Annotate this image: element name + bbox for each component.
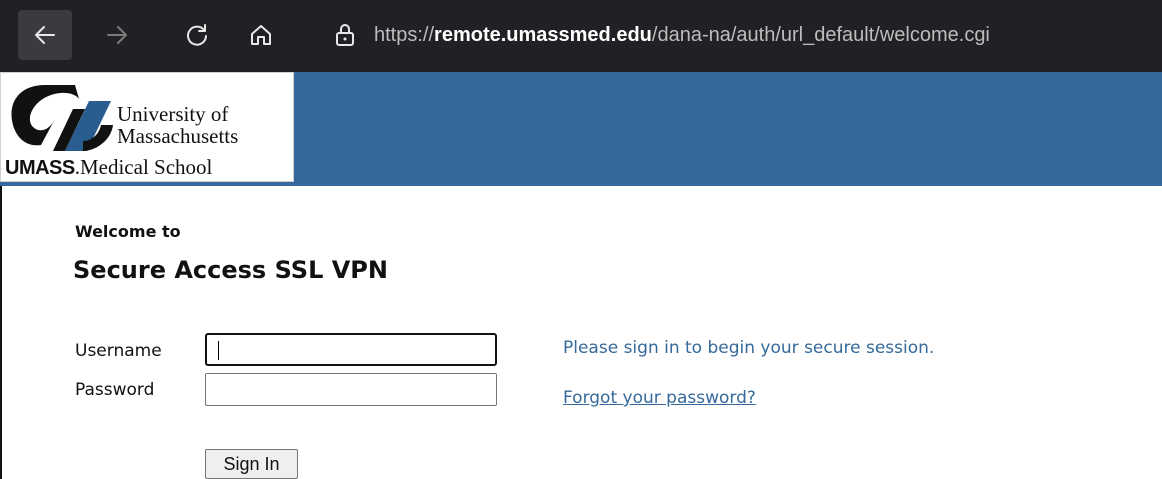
sign-in-button[interactable]: Sign In	[205, 449, 298, 479]
logo-text-line3: UMASS.Medical School	[5, 155, 212, 181]
url-host: remote.umassmed.edu	[434, 23, 652, 46]
back-button[interactable]	[18, 10, 72, 60]
password-input[interactable]	[205, 373, 497, 406]
username-input[interactable]	[205, 333, 497, 366]
url-text: https://remote.umassmed.edu/dana-na/auth…	[374, 24, 990, 47]
page-left-border	[0, 186, 2, 479]
text-caret	[218, 341, 219, 360]
forward-arrow-icon	[107, 26, 127, 44]
back-arrow-icon	[35, 26, 55, 44]
browser-toolbar: https://remote.umassmed.edu/dana-na/auth…	[0, 0, 1162, 72]
forward-button[interactable]	[92, 10, 142, 60]
url-scheme: https://	[374, 23, 435, 46]
username-label: Username	[75, 341, 162, 361]
umass-mark-icon	[11, 85, 113, 151]
page-title: Secure Access SSL VPN	[73, 256, 388, 284]
sign-in-message: Please sign in to begin your secure sess…	[563, 338, 935, 358]
reload-icon	[187, 24, 207, 46]
home-icon	[251, 25, 271, 45]
forgot-password-link[interactable]: Forgot your password?	[563, 388, 756, 408]
welcome-heading: Welcome to	[75, 222, 181, 241]
address-bar[interactable]: https://remote.umassmed.edu/dana-na/auth…	[318, 10, 1162, 60]
password-label: Password	[75, 380, 155, 400]
lock-icon[interactable]	[334, 23, 356, 47]
reload-button[interactable]	[172, 10, 222, 60]
logo-text-line1: University of	[117, 102, 229, 126]
logo-text-line2: Massachusetts	[117, 124, 239, 148]
url-path: /dana-na/auth/url_default/welcome.cgi	[651, 23, 990, 46]
home-button[interactable]	[236, 10, 286, 60]
logo-medical-school: .Medical School	[74, 155, 213, 179]
logo-umass-word: UMASS	[5, 157, 75, 179]
umass-logo: University of Massachusetts UMASS.Medica…	[0, 72, 294, 182]
